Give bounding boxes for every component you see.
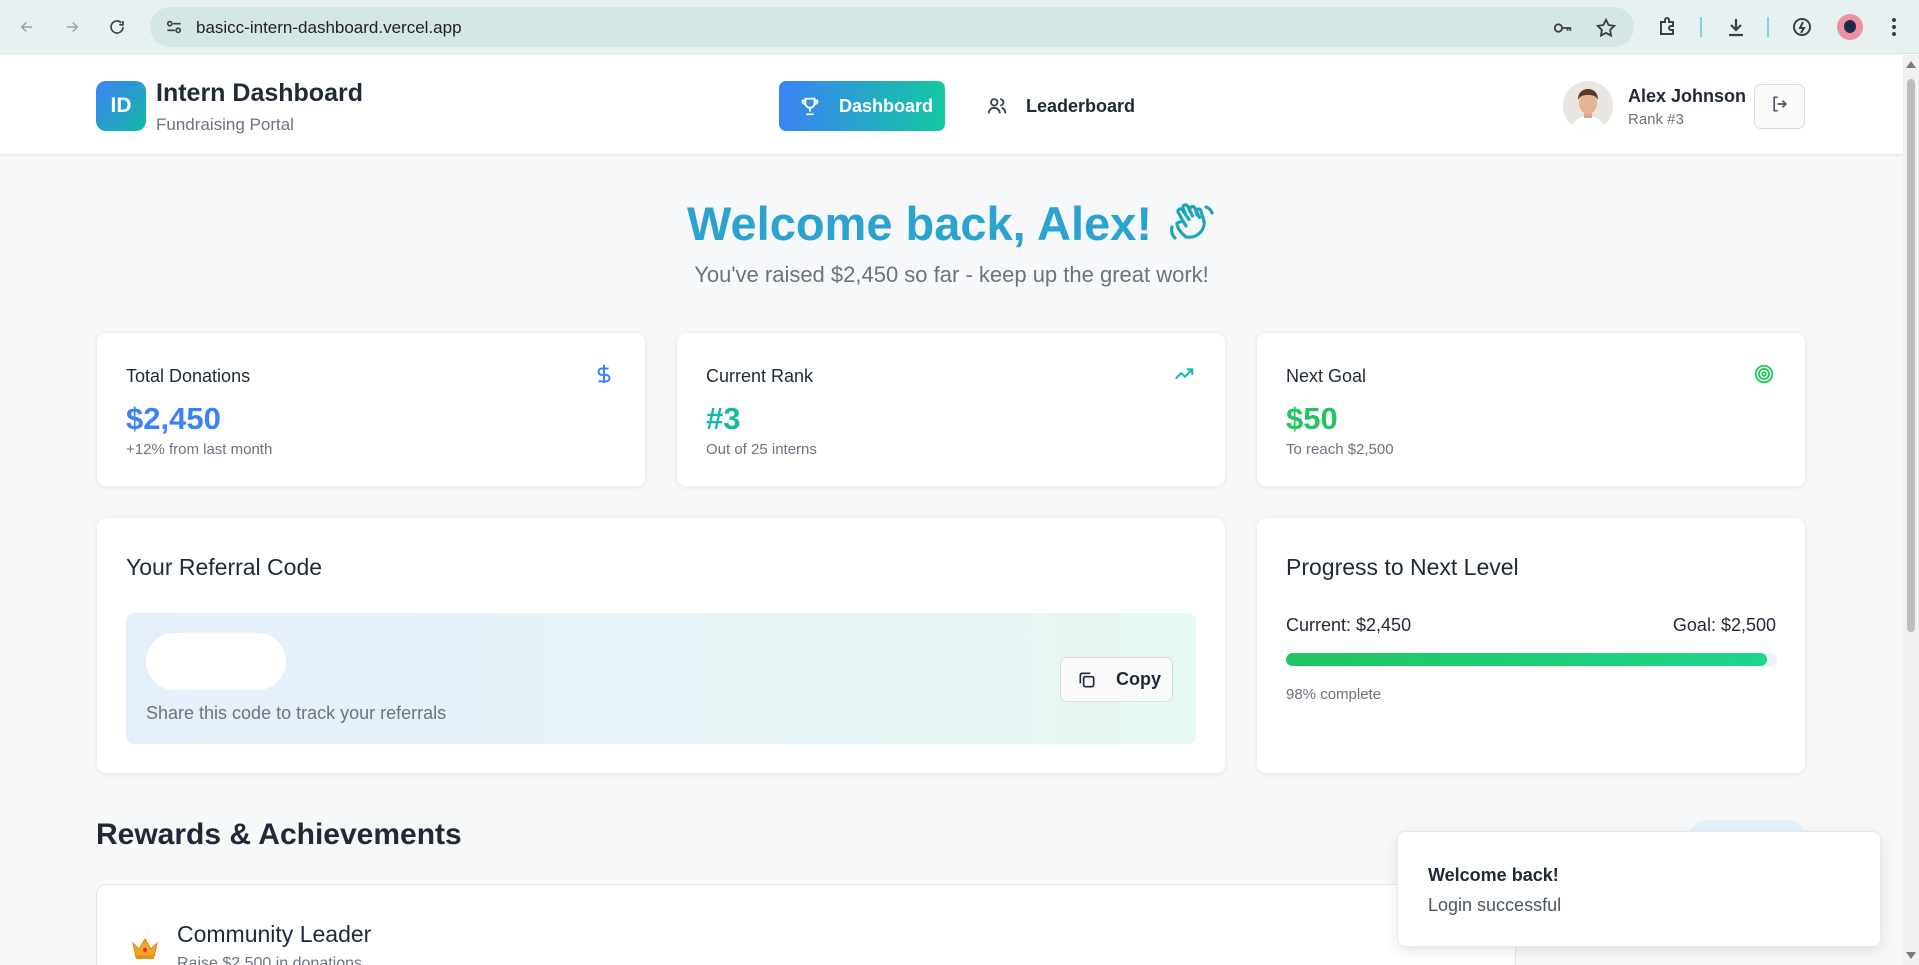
stat-value: #3 (706, 401, 741, 436)
trending-up-icon (1173, 363, 1195, 385)
users-icon (986, 95, 1008, 117)
scroll-up-icon[interactable] (1906, 61, 1916, 68)
dollar-icon (593, 363, 615, 385)
stat-label: Total Donations (126, 366, 251, 386)
scrollbar-thumb[interactable] (1907, 79, 1915, 632)
logout-button[interactable] (1754, 84, 1805, 129)
crown-icon (130, 935, 160, 965)
progress-current: Current: $2,450 (1286, 615, 1412, 635)
reward-title: Community Leader (177, 921, 372, 947)
browser-toolbar: basicc-intern-dashboard.vercel.app (0, 0, 1919, 54)
user-rank: Rank #3 (1628, 111, 1684, 128)
reward-description: Raise $2,500 in donations (177, 955, 363, 965)
reward-card: Community Leader Raise $2,500 in donatio… (96, 884, 1516, 965)
page-scrollbar[interactable] (1903, 55, 1919, 965)
rewards-title: Rewards & Achievements (96, 818, 462, 851)
progress-bar (1286, 653, 1777, 666)
trophy-icon (799, 95, 821, 117)
stat-label: Current Rank (706, 366, 814, 386)
progress-title: Progress to Next Level (1286, 554, 1519, 580)
copy-icon (1077, 670, 1097, 690)
copy-button[interactable]: Copy (1060, 657, 1173, 702)
progress-card: Progress to Next Level Current: $2,450 G… (1256, 517, 1806, 774)
stat-card-current-rank: Current Rank #3 Out of 25 interns (676, 332, 1226, 487)
stat-label: Next Goal (1286, 366, 1367, 386)
url-text[interactable]: basicc-intern-dashboard.vercel.app (196, 18, 462, 38)
toast-notification[interactable]: Welcome back! Login successful (1397, 831, 1881, 947)
referral-title: Your Referral Code (126, 554, 323, 580)
stat-card-next-goal: Next Goal $50 To reach $2,500 (1256, 332, 1806, 487)
site-info-icon[interactable] (164, 17, 184, 37)
address-bar[interactable]: basicc-intern-dashboard.vercel.app (150, 7, 1634, 47)
logo: ID (96, 81, 146, 131)
nav-dashboard-label: Dashboard (839, 95, 934, 116)
forward-icon[interactable] (57, 12, 87, 42)
welcome-text: Welcome back, Alex! (687, 197, 1152, 250)
reload-icon[interactable] (102, 12, 132, 42)
stat-note: +12% from last month (126, 441, 273, 458)
copy-label: Copy (1116, 669, 1161, 689)
logout-icon (1770, 94, 1790, 119)
stat-card-total-donations: Total Donations $2,450 +12% from last mo… (96, 332, 646, 487)
menu-dots-icon[interactable] (1882, 15, 1906, 39)
stat-note: Out of 25 interns (706, 441, 817, 458)
referral-card: Your Referral Code Share this code to tr… (96, 517, 1226, 774)
download-icon[interactable] (1724, 15, 1748, 39)
progress-bar-fill (1286, 653, 1768, 666)
waving-hand-icon (1166, 197, 1216, 258)
app-header: ID Intern Dashboard Fundraising Portal D… (0, 55, 1903, 155)
stat-value: $50 (1286, 401, 1338, 436)
nav-dashboard-button[interactable]: Dashboard (779, 81, 945, 131)
referral-box: Share this code to track your referrals … (126, 613, 1196, 744)
welcome-title: Welcome back, Alex! (0, 196, 1903, 258)
target-icon (1753, 363, 1775, 385)
profile-avatar-icon[interactable] (1837, 14, 1863, 40)
toolbar-separator (1767, 17, 1769, 37)
referral-hint: Share this code to track your referrals (146, 703, 447, 723)
progress-goal: Goal: $2,500 (1672, 615, 1776, 635)
key-icon[interactable] (1552, 17, 1574, 39)
stat-value: $2,450 (126, 401, 221, 436)
performance-icon[interactable] (1790, 15, 1814, 39)
nav-leaderboard-label: Leaderboard (1026, 95, 1136, 116)
back-icon[interactable] (12, 12, 42, 42)
progress-note: 98% complete (1286, 686, 1382, 703)
toast-title: Welcome back! (1428, 865, 1559, 885)
toolbar-separator (1700, 17, 1702, 37)
referral-code (146, 633, 286, 690)
app-title: Intern Dashboard (156, 79, 363, 107)
stat-note: To reach $2,500 (1286, 441, 1394, 458)
scroll-down-icon[interactable] (1906, 952, 1916, 959)
toast-message: Login successful (1428, 895, 1562, 915)
avatar[interactable] (1563, 81, 1613, 131)
extensions-icon[interactable] (1656, 15, 1680, 39)
user-name: Alex Johnson (1628, 86, 1747, 106)
app-subtitle: Fundraising Portal (156, 115, 294, 134)
welcome-subtitle: You've raised $2,450 so far - keep up th… (694, 262, 1209, 287)
bookmark-star-icon[interactable] (1595, 17, 1617, 39)
nav-leaderboard-button[interactable]: Leaderboard (968, 81, 1138, 131)
